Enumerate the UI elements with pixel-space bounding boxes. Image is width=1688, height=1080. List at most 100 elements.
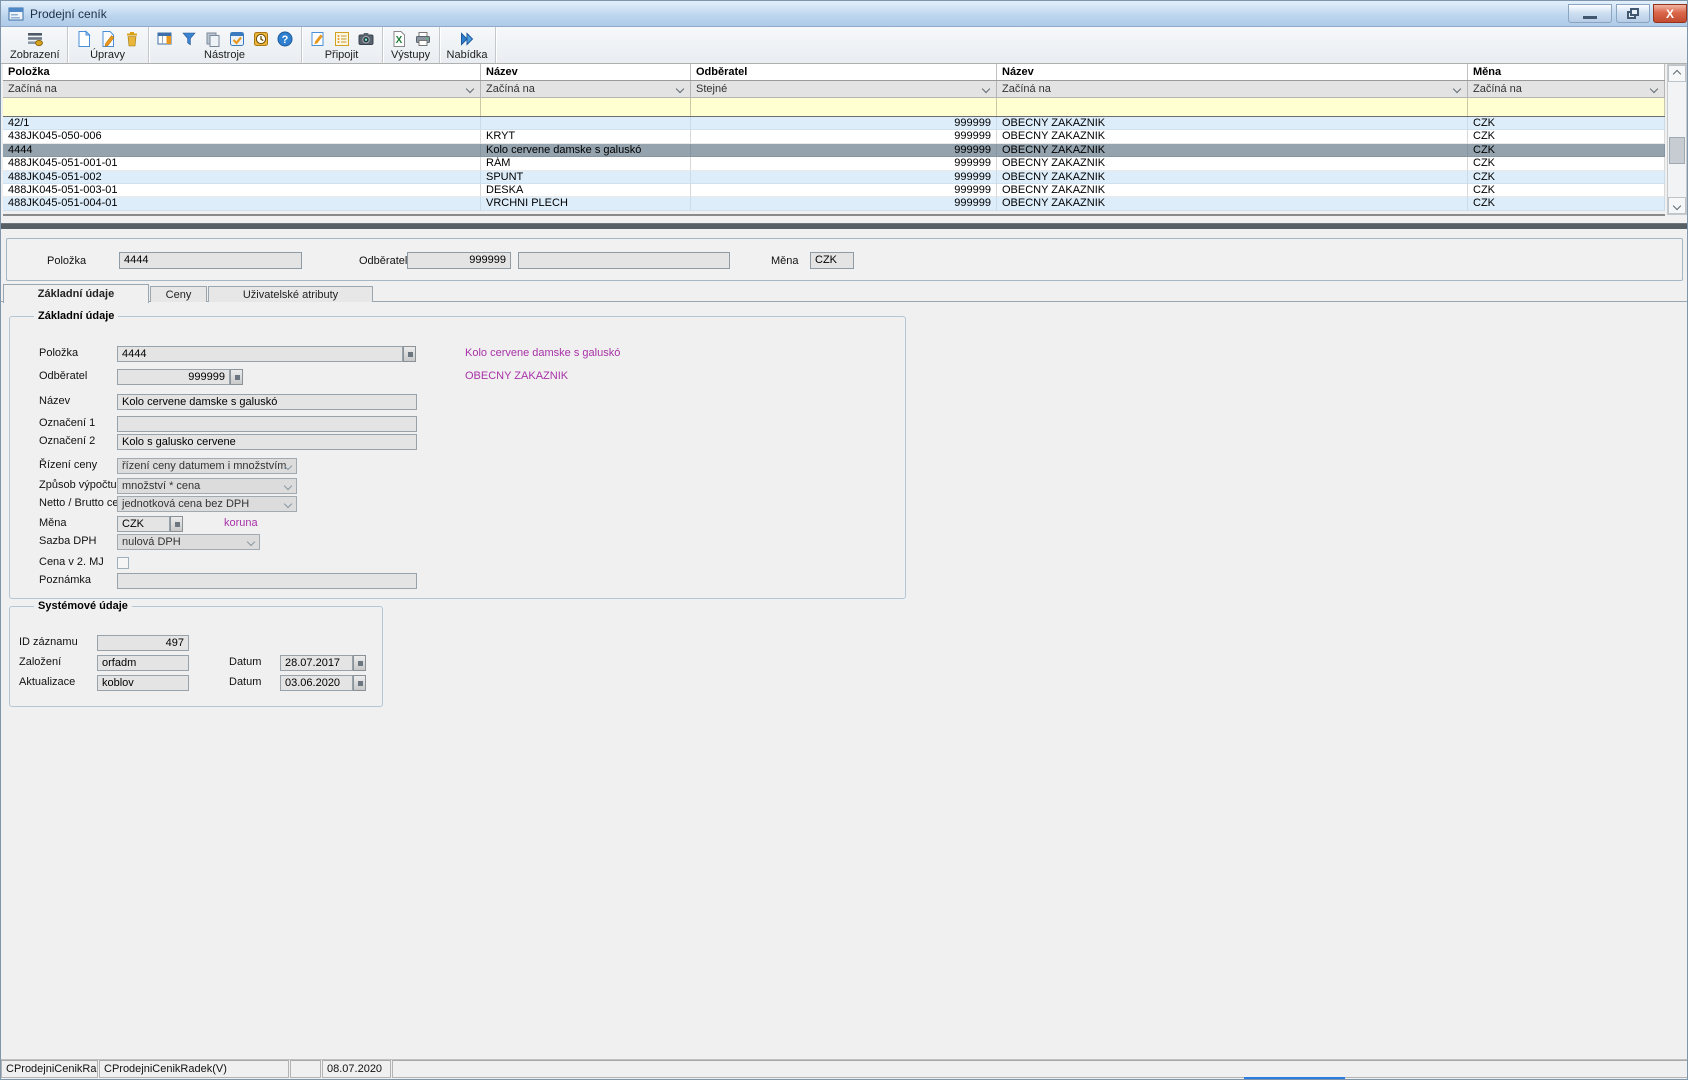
field-label: Označení 2 <box>39 435 95 447</box>
filter-operator-dropdown[interactable]: Začíná na <box>481 81 691 97</box>
grid-row[interactable]: 42/1999999OBECNY ZAKAZNIKCZK <box>3 117 1665 130</box>
calendar-button[interactable] <box>353 675 366 691</box>
field-select[interactable]: jednotková cena bez DPH <box>117 496 297 512</box>
lookup-glyph <box>235 375 240 380</box>
basic-data-groupbox: Základní údaje Položka4444Kolo cervene d… <box>9 316 906 599</box>
system-row: ID záznamu497 <box>10 635 382 652</box>
scrollbar-thumb[interactable] <box>1669 137 1685 164</box>
select-value: řízení ceny datumem i množstvím <box>122 460 286 472</box>
chevron-down-icon <box>247 538 255 546</box>
field-label: Založení <box>19 656 61 668</box>
minimize-button[interactable] <box>1568 4 1612 23</box>
field-input[interactable]: 4444 <box>117 346 403 362</box>
restore-button[interactable] <box>1616 4 1650 23</box>
splitter-handle[interactable] <box>1 223 1688 229</box>
polozka-key-field[interactable]: 4444 <box>119 252 302 269</box>
scroll-up-icon[interactable] <box>1668 65 1686 82</box>
check-date-icon[interactable] <box>228 30 246 48</box>
print-icon[interactable] <box>414 30 432 48</box>
view-grid-icon[interactable] <box>26 30 44 48</box>
filter-icon[interactable] <box>180 30 198 48</box>
field-select[interactable]: množství * cena <box>117 478 297 494</box>
odberatel-name-field[interactable] <box>518 252 730 269</box>
field-input[interactable]: 999999 <box>117 369 230 385</box>
grid-column-header[interactable]: Měna <box>1468 64 1665 80</box>
field-input[interactable]: koblov <box>97 675 189 691</box>
polozka-key-label: Položka <box>47 253 86 270</box>
pricelist-grid: PoložkaNázevOdběratelNázevMěnaZačíná naZ… <box>3 64 1665 211</box>
help-icon[interactable]: ? <box>276 30 294 48</box>
grid-cell: KRYT <box>481 130 691 143</box>
mena-key-field[interactable]: CZK <box>810 252 854 269</box>
camera-icon[interactable] <box>357 30 375 48</box>
grid-column-header[interactable]: Název <box>481 64 691 80</box>
grid-column-header[interactable]: Název <box>997 64 1468 80</box>
grid-row[interactable]: 438JK045-050-006KRYT999999OBECNY ZAKAZNI… <box>3 130 1665 143</box>
odberatel-key-field[interactable]: 999999 <box>407 252 511 269</box>
calendar-button[interactable] <box>353 655 366 671</box>
note-icon[interactable] <box>309 30 327 48</box>
scroll-down-icon[interactable] <box>1668 197 1686 214</box>
field-input[interactable] <box>117 416 417 432</box>
grid-cell: 42/1 <box>3 117 481 130</box>
excel-icon[interactable]: X <box>390 30 408 48</box>
odberatel-key-label: Odběratel <box>359 253 407 270</box>
grid-column-header[interactable]: Položka <box>3 64 481 80</box>
toolbar-group-4: XVýstupy <box>383 27 440 63</box>
toolbar-group-icons <box>26 28 44 49</box>
history-icon[interactable] <box>252 30 270 48</box>
menu-arrows-icon[interactable] <box>458 30 476 48</box>
lookup-button[interactable] <box>230 369 243 385</box>
field-input[interactable]: CZK <box>117 516 170 532</box>
filter-operator-dropdown[interactable]: Stejné <box>691 81 997 97</box>
grid-row[interactable]: 488JK045-051-004-01VRCHNI PLECH999999OBE… <box>3 197 1665 210</box>
filter-value-input[interactable] <box>691 98 997 116</box>
filter-value-input[interactable] <box>997 98 1468 116</box>
field-select[interactable]: nulová DPH <box>117 534 260 550</box>
system-data-group-title: Systémové údaje <box>34 599 132 613</box>
grid-cell: 488JK045-051-002 <box>3 171 481 184</box>
grid-column-header[interactable]: Odběratel <box>691 64 997 80</box>
copy-icon[interactable] <box>204 30 222 48</box>
toolbar-group-label: Zobrazení <box>10 49 60 62</box>
datum-label: Datum <box>229 656 261 668</box>
chevron-down-icon <box>1650 85 1658 93</box>
edit-record-icon[interactable] <box>99 30 117 48</box>
field-input[interactable]: 497 <box>97 635 189 651</box>
grid-row[interactable]: 488JK045-051-002SPUNT999999OBECNY ZAKAZN… <box>3 171 1665 184</box>
field-input[interactable]: orfadm <box>97 655 189 671</box>
lookup-glyph <box>175 522 180 527</box>
field-input[interactable]: Kolo s galusko cervene <box>117 434 417 450</box>
field-input[interactable]: Kolo cervene damske s galuskó <box>117 394 417 410</box>
filter-operator-dropdown[interactable]: Začíná na <box>3 81 481 97</box>
filter-value-input[interactable] <box>3 98 481 116</box>
delete-record-icon[interactable] <box>123 30 141 48</box>
grid-scrollbar[interactable] <box>1667 64 1687 215</box>
tab-ceny[interactable]: Ceny <box>150 286 207 302</box>
grid-row[interactable]: 488JK045-051-001-01RÁM999999OBECNY ZAKAZ… <box>3 157 1665 170</box>
checkbox[interactable] <box>117 557 129 569</box>
close-button[interactable]: X <box>1653 4 1687 23</box>
field-label: Aktualizace <box>19 676 75 688</box>
datum-input[interactable]: 28.07.2017 <box>280 655 353 671</box>
filter-value-input[interactable] <box>1468 98 1665 116</box>
lookup-button[interactable] <box>403 346 416 362</box>
lookup-button[interactable] <box>170 516 183 532</box>
app-window: Prodejní ceník X ZobrazeníÚpravy?Nástroj… <box>0 0 1688 1080</box>
grid-filter-row: Začíná naZačíná naStejnéZačíná naZačíná … <box>3 81 1665 98</box>
field-input[interactable] <box>117 573 417 589</box>
table-settings-icon[interactable] <box>156 30 174 48</box>
tab-z-kladn-daje[interactable]: Základní údaje <box>3 284 149 303</box>
filter-value-input[interactable] <box>481 98 691 116</box>
chevron-down-icon <box>982 85 990 93</box>
grid-row[interactable]: 4444Kolo cervene damske s galuskó999999O… <box>3 144 1665 157</box>
filter-operator-dropdown[interactable]: Začíná na <box>997 81 1468 97</box>
grid-row[interactable]: 488JK045-051-003-01DESKA999999OBECNY ZAK… <box>3 184 1665 197</box>
tab-u-ivatelsk-atributy[interactable]: Uživatelské atributy <box>208 286 373 302</box>
toolbar-group-icons: X <box>390 28 432 49</box>
filter-operator-dropdown[interactable]: Začíná na <box>1468 81 1665 97</box>
field-select[interactable]: řízení ceny datumem i množstvím <box>117 458 297 474</box>
new-record-icon[interactable] <box>75 30 93 48</box>
datum-input[interactable]: 03.06.2020 <box>280 675 353 691</box>
list-icon[interactable] <box>333 30 351 48</box>
